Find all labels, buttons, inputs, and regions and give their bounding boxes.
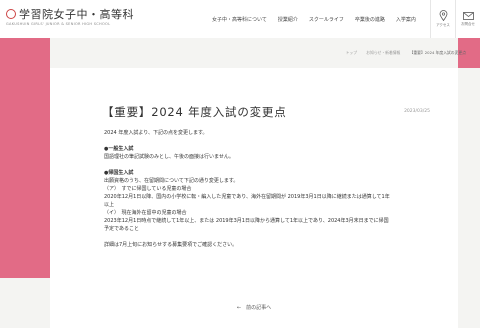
body-line: 2023年12月1日時点で継続して1年以上、または 2019年3月1日以降から通… [104,218,389,224]
body-line: 2020年12月1日以降、国内の小学校に転・編入した児童であり、海外在留期間が … [104,194,390,200]
school-crest-icon [6,9,16,19]
contact-label: お問合せ [461,21,475,26]
utility-links: アクセス お問合せ [430,0,480,38]
article-title: 【重要】2024 年度入試の変更点 [102,105,287,119]
site-logo[interactable]: 学習院女子中・高等科 [6,6,134,22]
decorative-band-left [0,38,50,278]
previous-article-link[interactable]: ← 前の記事へ [50,304,458,311]
access-button[interactable]: アクセス [430,0,455,38]
contact-button[interactable]: お問合せ [455,0,480,38]
body-line: 2024 年度入試より、下記の点を変更します。 [104,130,208,136]
nav-item-admission[interactable]: 入学案内 [396,16,416,23]
mail-icon [462,11,474,20]
site-title: 学習院女子中・高等科 [19,8,134,21]
nav-item-career[interactable]: 卒業後の進路 [355,16,385,23]
nav-item-about[interactable]: 女子中・高等科について [212,16,267,23]
body-line: 詳細は7月上旬にお知らせする募集要項でご確認ください。 [104,242,238,248]
site-header: 学習院女子中・高等科 GAKUSHUIN GIRLS' JUNIOR & SEN… [0,0,480,38]
body-line: （イ） 現在海外在留中の児童の場合 [104,210,187,216]
nav-item-classes[interactable]: 授業紹介 [278,16,298,23]
breadcrumb-item-top[interactable]: トップ [346,50,357,55]
breadcrumb-item-current: 【重要】2024 年度入試の変更点 [409,50,466,55]
main-nav: 女子中・高等科について 授業紹介 スクールライフ 卒業後の進路 入学案内 [212,16,427,23]
body-line: 以上 [104,202,115,208]
site-subtitle: GAKUSHUIN GIRLS' JUNIOR & SENIOR HIGH SC… [6,22,111,26]
body-line: 出願資格のうち、在留期間について下記の通り変更します。 [104,178,239,184]
section-heading: ●一般生入試 [104,146,134,152]
access-label: アクセス [436,23,450,27]
body-line: （ア） すでに帰国している児童の場合 [104,186,192,192]
article-body: 2024 年度入試より、下記の点を変更します。 ●一般生入試国語理社の筆記試験のみ… [104,129,440,249]
nav-item-school-life[interactable]: スクールライフ [309,16,344,23]
article-date: 2023/03/25 [404,109,430,114]
article-card: 【重要】2024 年度入試の変更点 2023/03/25 2024 年度入試より… [50,68,458,328]
section-heading: ●帰国生入試 [104,170,134,176]
breadcrumb-item-news[interactable]: お知らせ・新着情報 [366,50,400,55]
body-line: 国語理社の筆記試験のみとし、午後の面接は行いません。 [104,154,234,160]
map-pin-icon [439,10,447,21]
body-line: 予定であること [104,226,139,232]
breadcrumb: トップ お知らせ・新着情報 【重要】2024 年度入試の変更点 [338,50,466,56]
